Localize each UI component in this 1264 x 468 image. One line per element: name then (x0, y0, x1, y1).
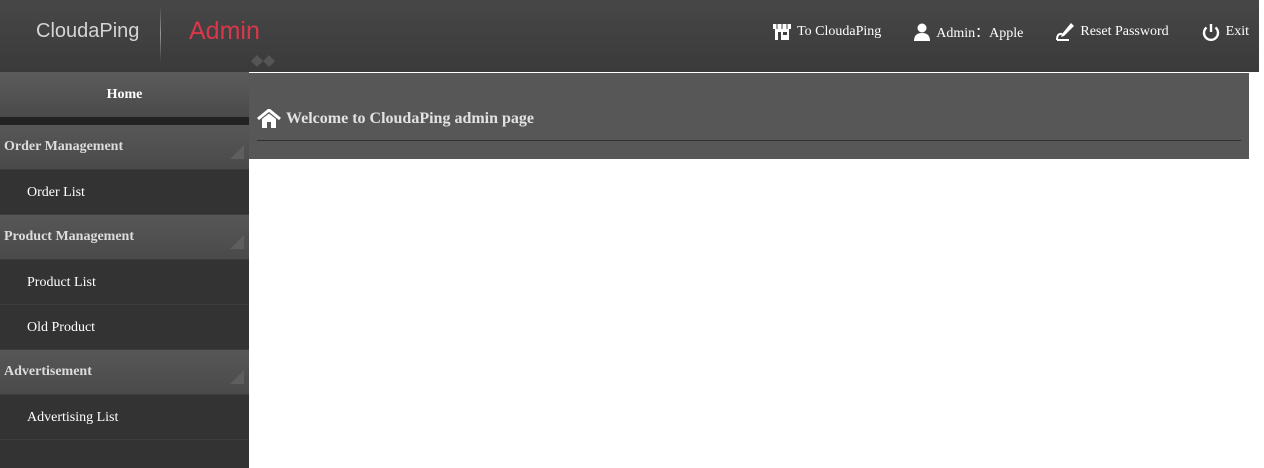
exit-button[interactable]: Exit (1201, 22, 1249, 42)
sidebar-group-advertisement[interactable]: Advertisement (0, 350, 249, 395)
shop-icon (773, 24, 792, 40)
collapse-triangle-icon (230, 235, 244, 249)
top-bar: CloudaPing Admin To CloudaPing Admin：App… (0, 0, 1259, 72)
collapse-triangle-icon (230, 370, 244, 384)
power-icon (1202, 24, 1219, 42)
to-cloudaping-label: To CloudaPing (797, 24, 882, 39)
sidebar-group-label: Advertisement (4, 364, 92, 379)
to-cloudaping-link[interactable]: To CloudaPing (772, 23, 881, 41)
sidebar-item-order-list[interactable]: Order List (0, 170, 249, 215)
sidebar-group-label: Product Management (4, 229, 134, 244)
pen-icon (1056, 23, 1075, 41)
admin-user-label: Admin：Apple (936, 26, 1024, 41)
sidebar-home[interactable]: Home (0, 72, 249, 117)
welcome-text: Welcome to CloudaPing admin page (286, 110, 535, 127)
admin-user[interactable]: Admin：Apple (913, 22, 1023, 42)
sidebar-item-product-list[interactable]: Product List (0, 260, 249, 305)
welcome-divider (257, 140, 1241, 141)
collapse-icon[interactable] (250, 54, 276, 68)
exit-label: Exit (1225, 24, 1249, 39)
sidebar-group-order-management[interactable]: Order Management (0, 125, 249, 170)
collapse-triangle-icon (230, 145, 244, 159)
reset-password-label: Reset Password (1080, 24, 1169, 39)
sidebar-item-old-product[interactable]: Old Product (0, 305, 249, 350)
sidebar-group-product-management[interactable]: Product Management (0, 215, 249, 260)
admin-title: Admin (189, 17, 260, 45)
sidebar: Home Order Management Order List Product… (0, 72, 249, 468)
welcome-heading: Welcome to CloudaPing admin page (257, 109, 534, 129)
sidebar-group-label: Order Management (4, 139, 124, 154)
top-nav: To CloudaPing Admin：Apple Reset Password… (740, 22, 1249, 42)
user-icon (914, 23, 931, 41)
reset-password-link[interactable]: Reset Password (1055, 22, 1169, 42)
main-header: Welcome to CloudaPing admin page (249, 73, 1249, 159)
sidebar-home-bar (0, 117, 249, 125)
brand-divider (160, 6, 161, 62)
home-icon (257, 109, 281, 128)
brand-logo[interactable]: CloudaPing (36, 20, 139, 43)
sidebar-item-advertising-list[interactable]: Advertising List (0, 395, 249, 440)
